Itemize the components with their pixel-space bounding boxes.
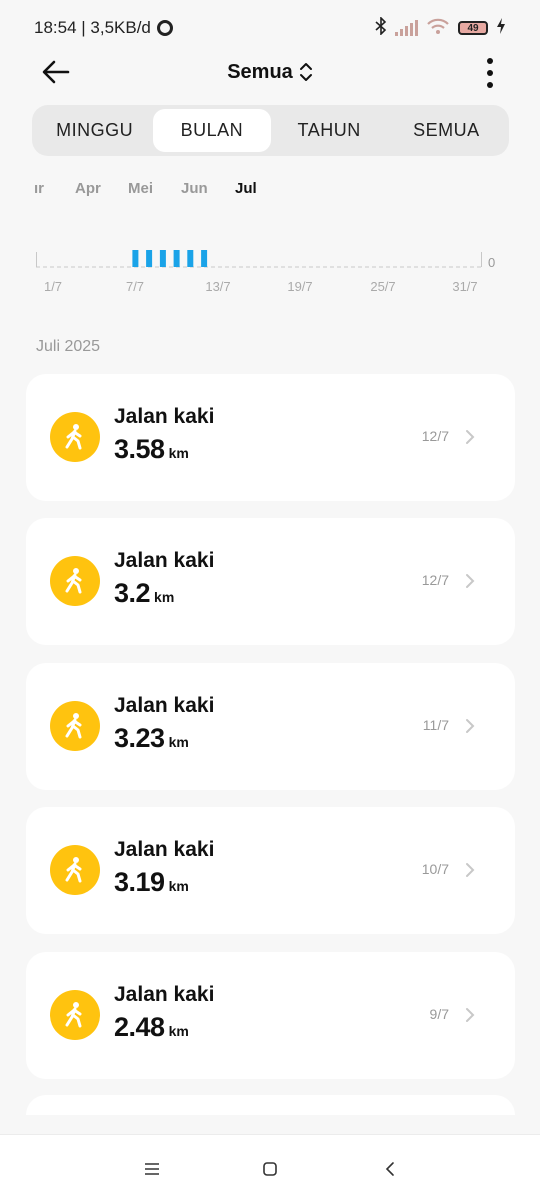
chevron-right-icon (466, 1008, 475, 1022)
page-title: Semua (227, 60, 293, 83)
tab-minggu[interactable]: MINGGU (36, 109, 153, 152)
activity-card[interactable]: Jalan kaki 3.2 km 12/7 (26, 518, 515, 645)
walking-icon (50, 556, 100, 606)
sort-updown-icon (299, 63, 312, 81)
activity-card[interactable]: Jalan kaki 2.48 km 9/7 (26, 952, 515, 1079)
status-ring-icon (156, 20, 173, 36)
x-tick-label: 31/7 (452, 279, 478, 294)
month-item[interactable]: ır (34, 180, 44, 197)
activity-distance: 3.2 km (114, 578, 175, 608)
back-button[interactable] (40, 56, 76, 88)
activity-distance: 3.19 km (114, 867, 189, 897)
activity-date: 9/7 (429, 1006, 449, 1022)
signal-icon (395, 20, 418, 36)
chart-bar[interactable] (173, 250, 180, 267)
chevron-right-icon (466, 719, 475, 733)
activity-distance: 3.23 km (114, 723, 189, 753)
walking-icon (50, 412, 100, 462)
month-item-active[interactable]: Jul (235, 180, 257, 197)
tab-semua[interactable]: SEMUA (388, 109, 505, 152)
chart-bar[interactable] (146, 250, 153, 267)
app-header: Semua (0, 48, 540, 96)
chart-y-zero-label: 0 (488, 255, 496, 270)
activity-date: 12/7 (421, 428, 449, 444)
x-tick-label: 19/7 (287, 279, 313, 294)
activity-type: Jalan kaki (114, 405, 215, 428)
menu-icon (145, 1163, 159, 1175)
section-month-label: Juli 2025 (36, 338, 101, 355)
walking-icon (50, 845, 100, 895)
bluetooth-icon (375, 15, 387, 40)
chart-x-labels: 1/7 7/7 13/7 19/7 25/7 31/7 (36, 279, 486, 297)
wifi-icon (426, 17, 450, 40)
arrow-left-icon (42, 60, 70, 84)
activity-card-partial[interactable] (26, 1095, 515, 1115)
back-chevron-icon (385, 1162, 394, 1176)
x-tick-label: 1/7 (43, 279, 63, 294)
activity-date: 11/7 (422, 717, 449, 733)
menu-button[interactable] (140, 1157, 164, 1181)
activity-date: 12/7 (421, 572, 449, 588)
month-item[interactable]: Mei (128, 180, 153, 197)
month-item[interactable]: Jun (181, 180, 208, 197)
chevron-right-icon (466, 863, 475, 877)
chart-bar[interactable] (187, 250, 194, 267)
chart-svg (36, 250, 482, 268)
activity-card[interactable]: Jalan kaki 3.23 km 11/7 (26, 663, 515, 790)
activity-type: Jalan kaki (114, 983, 215, 1006)
activity-date: 10/7 (421, 861, 449, 877)
filter-title-dropdown[interactable]: Semua (227, 61, 313, 84)
charging-icon (496, 17, 506, 39)
chevron-right-icon (466, 430, 475, 444)
period-tabs: MINGGU BULAN TAHUN SEMUA (32, 105, 509, 156)
activity-distance: 2.48 km (114, 1012, 189, 1042)
activity-card[interactable]: Jalan kaki 3.19 km 10/7 (26, 807, 515, 934)
activity-card[interactable]: Jalan kaki 3.58 km 12/7 (26, 374, 515, 501)
activity-type: Jalan kaki (114, 694, 215, 717)
chart-bar[interactable] (159, 250, 166, 267)
month-item[interactable]: Apr (75, 180, 101, 197)
home-square-icon (263, 1162, 277, 1176)
status-time-speed: 18:54 | 3,5KB/d (34, 18, 151, 37)
activity-distance: 3.58 km (114, 434, 189, 464)
x-tick-label: 7/7 (125, 279, 145, 294)
more-options-button[interactable] (484, 58, 496, 88)
activity-type: Jalan kaki (114, 549, 215, 572)
walking-icon (50, 701, 100, 751)
home-button[interactable] (258, 1157, 282, 1181)
x-tick-label: 13/7 (205, 279, 231, 294)
walking-icon (50, 990, 100, 1040)
nav-back-button[interactable] (378, 1157, 402, 1181)
system-nav-bar (0, 1134, 540, 1200)
activity-type: Jalan kaki (114, 838, 215, 861)
tab-tahun[interactable]: TAHUN (271, 109, 388, 152)
tab-bulan[interactable]: BULAN (153, 109, 271, 152)
chevron-right-icon (466, 574, 475, 588)
battery-icon: 49 (458, 21, 488, 35)
chart-bar[interactable] (201, 250, 208, 267)
chart-bar[interactable] (132, 250, 139, 267)
x-tick-label: 25/7 (370, 279, 396, 294)
